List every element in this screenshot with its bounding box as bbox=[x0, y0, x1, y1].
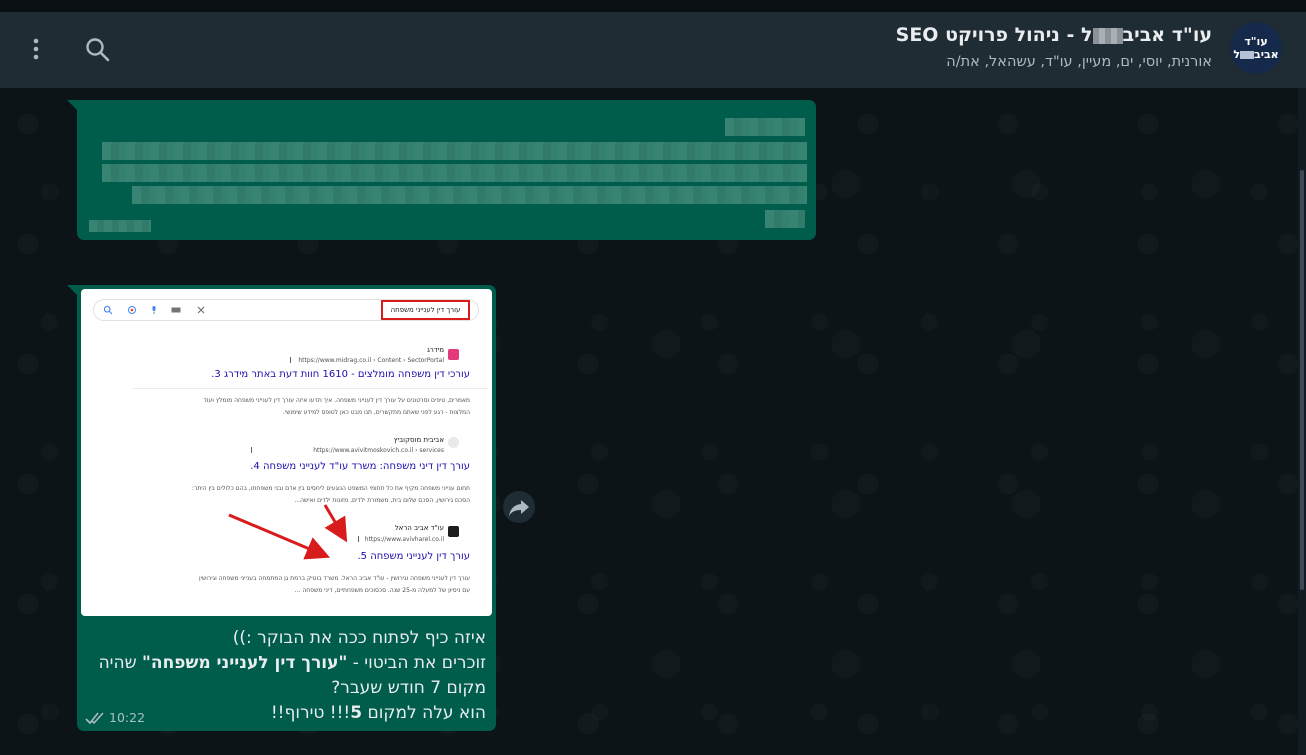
caption-line-2-prefix: זוכרים את הביטוי - bbox=[347, 653, 486, 673]
forward-arrow-icon bbox=[509, 500, 529, 516]
scrollbar-thumb[interactable] bbox=[1300, 170, 1304, 590]
redacted-text-line bbox=[725, 118, 805, 136]
red-annotation-arrows bbox=[228, 504, 348, 560]
attached-screenshot[interactable]: עורך דין לענייני משפחה מידרג https://www… bbox=[81, 289, 492, 616]
chat-participants: אורנית, יוסי, ים, מעיין, עו"ד, עשהאל, את… bbox=[946, 54, 1212, 70]
vertical-dots-icon[interactable] bbox=[26, 36, 46, 62]
caption-line-4-prefix: הוא עלה למקום bbox=[362, 703, 486, 723]
message-caption: איזה כיף לפתוח ככה את הבוקר :)) זוכרים א… bbox=[86, 626, 486, 726]
redacted-text-line bbox=[102, 164, 807, 182]
caption-rank: 5 bbox=[350, 703, 363, 723]
avatar-redaction bbox=[1240, 51, 1254, 59]
avatar-line-1: עו"ד bbox=[1244, 35, 1268, 48]
message-bubble-image[interactable]: עורך דין לענייני משפחה מידרג https://www… bbox=[67, 285, 496, 731]
chat-title-prefix: עו"ד אביב bbox=[1122, 24, 1212, 46]
redacted-text-line bbox=[102, 142, 807, 160]
redacted-text-line bbox=[765, 210, 805, 228]
caption-line-2: זוכרים את הביטוי - "עורך דין לענייני משפ… bbox=[86, 651, 486, 676]
chat-title[interactable]: עו"ד אביב ל - ניהול פרויקט SEO bbox=[896, 24, 1212, 46]
caption-line-4-suffix: !!! טירוף!! bbox=[270, 703, 351, 723]
caption-line-3: מקום 7 חודש שעבר? bbox=[331, 678, 486, 698]
search-icon[interactable] bbox=[84, 36, 112, 64]
chat-title-suffix: ל - ניהול פרויקט SEO bbox=[895, 24, 1093, 46]
window-top-strip bbox=[0, 0, 1306, 12]
double-check-icon bbox=[85, 712, 104, 725]
forward-button[interactable] bbox=[503, 491, 535, 523]
redacted-text-line bbox=[132, 186, 807, 204]
redacted-timestamp bbox=[89, 220, 151, 232]
caption-line-4: הוא עלה למקום 5!!! טירוף!! bbox=[86, 701, 486, 726]
avatar-line-2-suffix: ל bbox=[1233, 48, 1240, 61]
chat-header[interactable]: עו"ד אביב ל - ניהול פרויקט SEO אורנית, יו… bbox=[0, 12, 1306, 88]
redacted-name-block bbox=[1092, 27, 1123, 44]
avatar-line-2-prefix: אביב bbox=[1254, 48, 1279, 61]
avatar-line-2: אביב ל bbox=[1233, 48, 1278, 61]
caption-line-1: איזה כיף לפתוח ככה את הבוקר :)) bbox=[232, 628, 486, 648]
group-avatar[interactable]: עו"ד אביב ל bbox=[1230, 22, 1282, 74]
caption-keyword: "עורך דין לענייני משפחה" bbox=[142, 653, 348, 673]
message-bubble-redacted[interactable] bbox=[67, 100, 816, 240]
caption-line-2-suffix: שהיה bbox=[98, 653, 143, 673]
message-time: 10:22 bbox=[109, 710, 146, 725]
